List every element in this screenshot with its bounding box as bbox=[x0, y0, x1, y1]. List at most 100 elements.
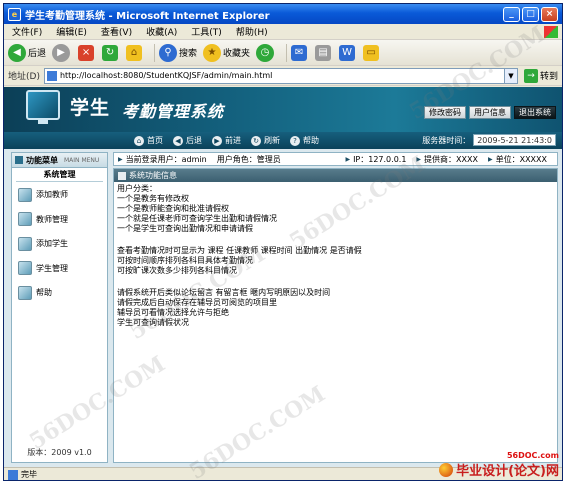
nav-links: ⌂ 首页 ◀ 后退 ▶ 前进 ↻ 刷新 ? 帮助 bbox=[134, 135, 329, 146]
home-button[interactable]: ⌂ bbox=[126, 44, 144, 61]
sidebar-item-add-student[interactable]: 添加学生 bbox=[12, 232, 107, 256]
add-student-icon bbox=[18, 236, 32, 251]
page-icon bbox=[46, 70, 57, 81]
go-arrow-icon: → bbox=[523, 68, 538, 83]
ip-text: IP：127.0.0.1 bbox=[353, 154, 407, 164]
sidebar-item-help[interactable]: 帮助 bbox=[12, 281, 107, 305]
search-label: 搜索 bbox=[179, 49, 198, 59]
star-icon: ★ bbox=[203, 43, 222, 62]
back-label: 后退 bbox=[28, 49, 47, 59]
user-role-text: 用户角色：管理员 bbox=[216, 154, 281, 164]
info-line: 一个就是任课老师可查询学生出勤和请假情况 bbox=[117, 214, 277, 223]
address-dropdown-button[interactable]: ▼ bbox=[504, 67, 518, 84]
home-icon: ⌂ bbox=[126, 44, 143, 61]
back-arrow-icon: ◀ bbox=[8, 43, 26, 62]
user-info-button[interactable]: 用户信息 bbox=[469, 106, 511, 119]
folder-button[interactable]: ▭ bbox=[363, 44, 381, 61]
arrow-icon: ▶ bbox=[118, 155, 123, 163]
menu-edit[interactable]: 编辑(E) bbox=[56, 25, 87, 38]
brand-logo-icon bbox=[439, 462, 454, 477]
back-button[interactable]: ◀ 后退 bbox=[8, 43, 47, 62]
title-bar: e 学生考勤管理系统 - Microsoft Internet Explorer… bbox=[4, 4, 562, 24]
folder-icon: ▭ bbox=[363, 44, 380, 61]
info-line: 请假完成后自动保存在辅导员可阅览的项目里 bbox=[117, 298, 277, 307]
nav-help[interactable]: ? 帮助 bbox=[290, 135, 319, 146]
sidebar-title-en: MAIN MENU bbox=[64, 156, 100, 164]
history-button[interactable]: ◷ bbox=[256, 43, 276, 62]
monitor-logo-icon bbox=[26, 90, 60, 124]
sidebar-group-title: 系统管理 bbox=[16, 168, 103, 182]
print-button[interactable]: ▤ bbox=[315, 44, 333, 61]
forward-arrow-icon: ▶ bbox=[212, 135, 222, 146]
logout-button[interactable]: 退出系统 bbox=[514, 106, 556, 119]
sidebar-item-student-manage[interactable]: 学生管理 bbox=[12, 256, 107, 280]
sidebar-item-label: 添加教师 bbox=[36, 190, 68, 199]
brand-name: 毕业设计(论文)网 bbox=[456, 464, 559, 479]
home-icon: ⌂ bbox=[134, 135, 144, 146]
main-area: 功能菜单 MAIN MENU 系统管理 添加教师 教师管理 添加学生 学生管理 … bbox=[4, 149, 562, 467]
sidebar-item-label: 添加学生 bbox=[36, 239, 68, 248]
search-icon: ⚲ bbox=[159, 43, 178, 62]
site-brand: 56DOC.com 毕业设计(论文)网 bbox=[439, 451, 559, 479]
menu-view[interactable]: 查看(V) bbox=[101, 25, 132, 38]
menu-file[interactable]: 文件(F) bbox=[12, 25, 42, 38]
mail-button[interactable]: ✉ bbox=[291, 44, 309, 61]
sidebar-item-label: 教师管理 bbox=[36, 214, 68, 224]
stop-button[interactable]: × bbox=[78, 44, 96, 61]
info-line: 辅导员可看情况选择允许与拒绝 bbox=[117, 308, 229, 317]
sidebar-item-add-teacher[interactable]: 添加教师 bbox=[12, 183, 107, 207]
search-button[interactable]: ⚲ 搜索 bbox=[159, 43, 198, 62]
close-button[interactable]: × bbox=[541, 6, 558, 22]
edit-button[interactable]: W bbox=[339, 44, 357, 61]
help-icon bbox=[18, 285, 32, 300]
back-arrow-icon: ◀ bbox=[173, 135, 183, 146]
go-button[interactable]: → 转到 bbox=[523, 68, 558, 83]
refresh-button[interactable]: ↻ bbox=[102, 44, 120, 61]
nav-back[interactable]: ◀ 后退 bbox=[173, 135, 202, 146]
nav-home[interactable]: ⌂ 首页 bbox=[134, 135, 163, 146]
menu-help[interactable]: 帮助(H) bbox=[236, 25, 268, 38]
info-icon bbox=[118, 171, 126, 180]
maximize-button[interactable]: □ bbox=[522, 6, 539, 22]
refresh-icon: ↻ bbox=[102, 44, 119, 61]
toolbar-divider bbox=[286, 43, 288, 62]
menu-favorites[interactable]: 收藏(A) bbox=[146, 25, 177, 38]
brand-name-row: 毕业设计(论文)网 bbox=[439, 460, 559, 479]
favorites-label: 收藏夹 bbox=[223, 49, 251, 59]
unit: ▶ 单位：XXXXX bbox=[488, 154, 547, 165]
favorites-button[interactable]: ★ 收藏夹 bbox=[203, 43, 251, 62]
nav-forward[interactable]: ▶ 前进 bbox=[212, 135, 241, 146]
nav-bar: ⌂ 首页 ◀ 后退 ▶ 前进 ↻ 刷新 ? 帮助 服务器时间： 2009-5-2… bbox=[4, 132, 562, 149]
sidebar-header: 功能菜单 MAIN MENU bbox=[12, 153, 107, 168]
minimize-button[interactable]: _ bbox=[503, 6, 520, 22]
browser-window: e 学生考勤管理系统 - Microsoft Internet Explorer… bbox=[3, 3, 563, 481]
app-title-emphasis: 考勤管理系统 bbox=[122, 102, 225, 121]
ip-address: ▶ IP：127.0.0.1 bbox=[345, 154, 406, 165]
nav-refresh[interactable]: ↻ 刷新 bbox=[251, 135, 280, 146]
stop-icon: × bbox=[78, 44, 95, 61]
address-url: http://localhost:8080/StudentKQJSF/admin… bbox=[59, 71, 273, 80]
address-input[interactable]: http://localhost:8080/StudentKQJSF/admin… bbox=[43, 67, 505, 84]
nav-refresh-label: 刷新 bbox=[264, 136, 280, 145]
info-line: 可按时间顺序排列各科目具体考勤情况 bbox=[117, 256, 253, 265]
help-icon: ? bbox=[290, 135, 300, 146]
function-info-header: 系统功能信息 bbox=[114, 169, 557, 182]
arrow-icon: ▶ bbox=[345, 155, 351, 163]
forward-button[interactable]: ▶ bbox=[52, 43, 72, 62]
info-line: 用户分类： bbox=[117, 184, 157, 193]
page-done-icon bbox=[8, 469, 18, 480]
sidebar-item-label: 帮助 bbox=[36, 288, 52, 297]
header-links: 修改密码 用户信息 退出系统 bbox=[421, 106, 556, 119]
provider-text: 提供商：XXXX bbox=[424, 154, 478, 164]
user-role: 用户角色：管理员 bbox=[217, 154, 281, 165]
content-panel: ▶ 当前登录用户：admin 用户角色：管理员 ▶ IP：127.0.0.1 ▶ 提供… bbox=[113, 152, 558, 463]
ie-icon: e bbox=[8, 7, 21, 21]
function-info-body: 用户分类： 一个是教务有修改权 一个是教师能查询和批准请假权 一个就是任课老师可… bbox=[114, 182, 557, 330]
change-password-button[interactable]: 修改密码 bbox=[424, 106, 466, 119]
info-line: 可按旷课次数多少排列各科目情况 bbox=[117, 266, 237, 275]
nav-forward-label: 前进 bbox=[225, 136, 241, 145]
sidebar-item-teacher-manage[interactable]: 教师管理 bbox=[12, 207, 107, 231]
mail-icon: ✉ bbox=[291, 44, 308, 61]
menu-tools[interactable]: 工具(T) bbox=[191, 25, 222, 38]
